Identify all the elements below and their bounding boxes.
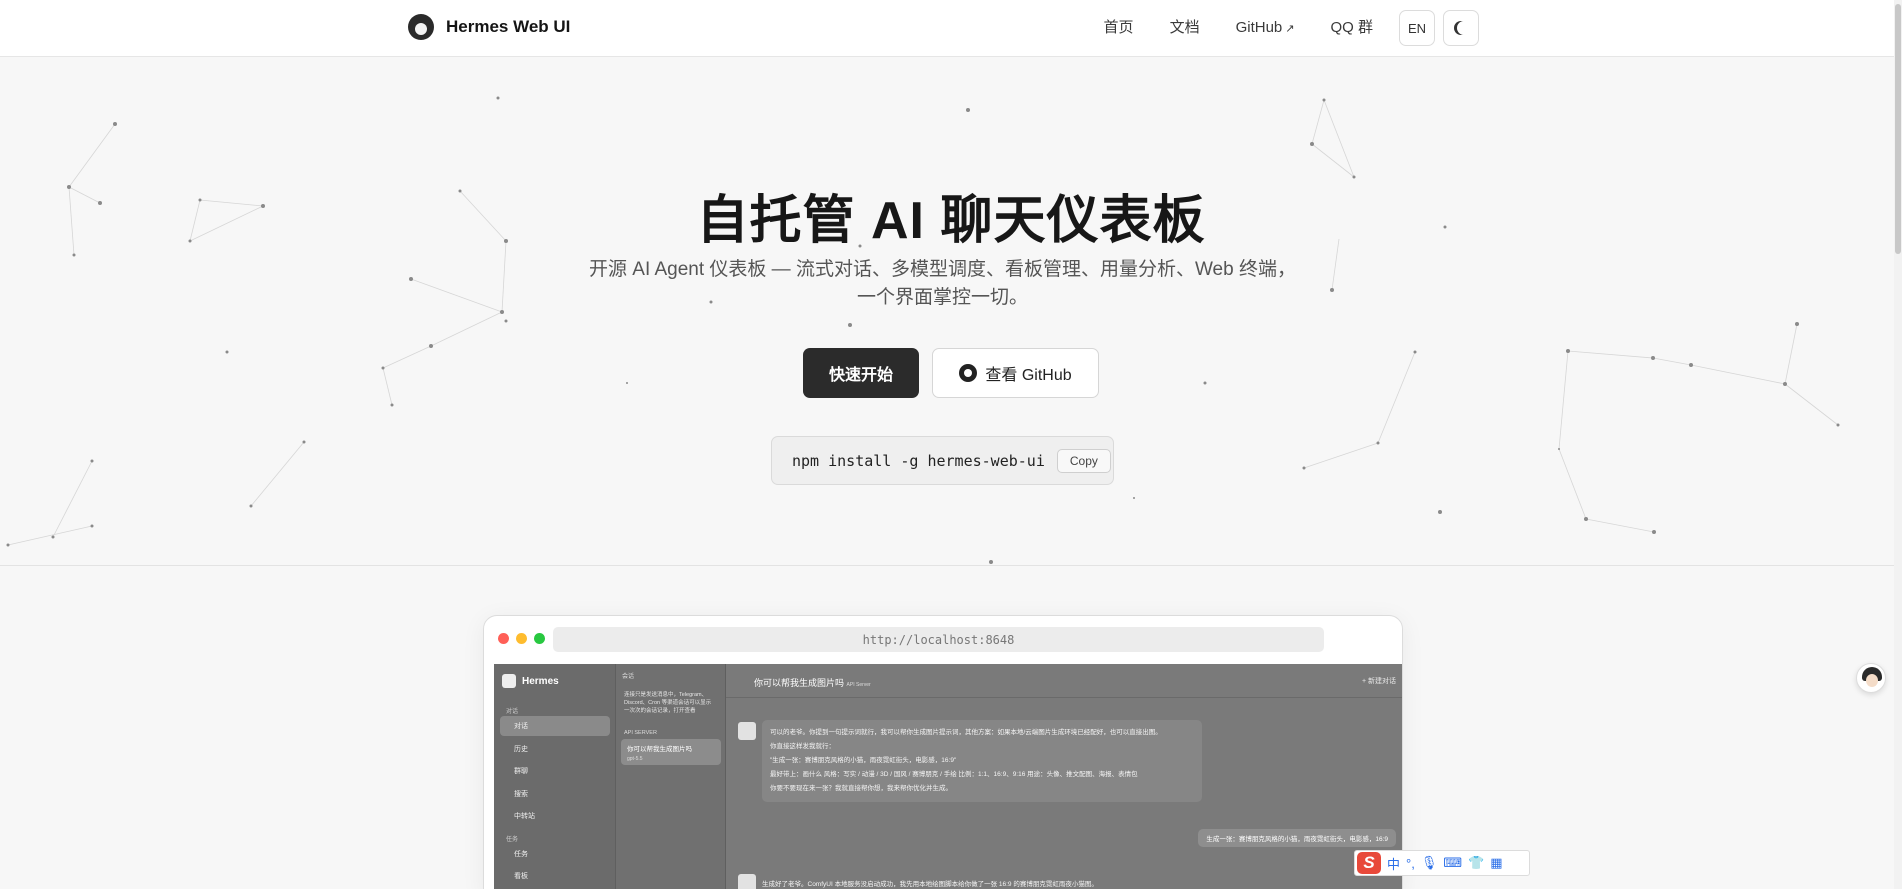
assistant-line: 可以的老爷。你提到一句提示词就行，我可以帮你生成图片提示词，其他方案：如果本地/…	[770, 729, 1162, 736]
session-list-header: 会话	[622, 674, 635, 680]
sidebar-item-history: 历史	[514, 746, 528, 753]
assistant-avatar	[738, 874, 756, 889]
minimize-dot	[516, 633, 527, 644]
session-group: API SERVER	[624, 730, 657, 736]
sidebar-item-tasks: 任务	[514, 851, 528, 858]
sidebar-item-search: 搜索	[514, 791, 528, 798]
skin-icon[interactable]: 👕	[1468, 855, 1484, 871]
assistant-line: "生成一张：赛博朋克风格的小猫，雨夜霓虹街头，电影感，16:9"	[770, 757, 957, 764]
top-navbar: Hermes Web UI 首页 文档 GitHub ↗ QQ 群 EN	[0, 0, 1902, 57]
app-logo-icon	[502, 674, 516, 688]
chat-subtitle: API Server	[846, 682, 871, 688]
assistant-message: 可以的老爷。你提到一句提示词就行，我可以帮你生成图片提示词，其他方案：如果本地/…	[762, 720, 1202, 802]
github-icon	[959, 364, 978, 382]
assistant-line: 最好带上：画什么 风格：写实 / 动漫 / 3D / 国风 / 赛博朋克 / 手…	[770, 771, 1138, 778]
window-controls	[498, 633, 545, 644]
brand-name: Hermes Web UI	[446, 17, 571, 36]
new-chat: + 新建对话	[1361, 678, 1396, 685]
sidebar-group-chat: 对话	[506, 709, 519, 715]
sidebar-item-kanban: 看板	[514, 873, 528, 880]
nav-github-label: GitHub	[1235, 18, 1283, 36]
brand-logo-icon	[408, 14, 434, 40]
keyboard-icon[interactable]: ⌨	[1443, 855, 1462, 871]
cta-group: 快速开始 查看 GitHub	[0, 348, 1902, 398]
app-preview-window: http://localhost:8648 Hermes 对话 对话 历史 群聊…	[483, 615, 1403, 889]
assistant-reply: 生成好了老爷。ComfyUI 本地服务没启动成功，我先用本地绘图脚本给你做了一张…	[762, 881, 1098, 888]
session-meta: gpt-5.5	[627, 756, 643, 762]
hero-title: 自托管 AI 聊天仪表板	[696, 192, 1206, 250]
view-github-label: 查看 GitHub	[985, 367, 1072, 384]
network-background	[6, 96, 1840, 564]
session-list-note: 连接只是发送消息中，Telegram、Discord、Cron 等渠道会话可以显…	[624, 692, 712, 714]
punctuation-icon[interactable]: °,	[1406, 856, 1415, 871]
nav-qq-group[interactable]: QQ 群	[1312, 10, 1391, 46]
sidebar-item-group: 群聊	[514, 768, 528, 775]
app-brand: Hermes	[502, 674, 559, 688]
nav-docs[interactable]: 文档	[1152, 10, 1218, 46]
session-list: 会话 连接只是发送消息中，Telegram、Discord、Cron 等渠道会话…	[616, 664, 726, 889]
quick-start-button[interactable]: 快速开始	[803, 348, 919, 398]
brand[interactable]: Hermes Web UI	[408, 14, 570, 40]
hero-subtitle: 开源 AI Agent 仪表板 — 流式对话、多模型调度、看板管理、用量分析、W…	[589, 259, 1296, 308]
chat-title-text: 你可以帮我生成图片吗	[754, 678, 845, 688]
floating-assistant-avatar[interactable]	[1856, 663, 1886, 693]
app-sidebar: Hermes 对话 对话 历史 群聊 搜索 中转站 任务 任务 看板	[494, 664, 616, 889]
install-command: npm install -g hermes-web-ui	[792, 451, 1045, 470]
microphone-icon[interactable]: 🎙	[1421, 855, 1438, 871]
url-bar: http://localhost:8648	[553, 627, 1324, 652]
hero-section: 自托管 AI 聊天仪表板 开源 AI Agent 仪表板 — 流式对话、多模型调…	[0, 58, 1902, 566]
apps-icon[interactable]: ▦	[1490, 855, 1502, 871]
ime-toolbar: S 中 °, 🎙 ⌨ 👕 ▦	[1354, 850, 1530, 876]
sidebar-group-tasks: 任务	[506, 837, 519, 843]
session-item: 你可以帮我生成图片吗 gpt-5.5	[621, 739, 721, 765]
page-scrollbar[interactable]	[1894, 0, 1902, 889]
view-github-button[interactable]: 查看 GitHub	[932, 348, 1099, 398]
sogou-logo-icon[interactable]: S	[1357, 852, 1381, 874]
assistant-avatar	[738, 722, 756, 740]
app-name: Hermes	[522, 675, 559, 687]
chat-title: 你可以帮我生成图片吗 API Server	[754, 676, 871, 689]
install-command-box: npm install -g hermes-web-ui Copy	[771, 436, 1114, 485]
chat-header: 你可以帮我生成图片吗 API Server + 新建对话	[726, 664, 1402, 698]
assistant-line: 你直接这样发我就行：	[770, 743, 835, 750]
user-message: 生成一张：赛博朋克风格的小猫，雨夜霓虹街头，电影感，16:9	[1198, 829, 1396, 847]
maximize-dot	[534, 633, 545, 644]
nav-home[interactable]: 首页	[1086, 10, 1152, 46]
copy-button[interactable]: Copy	[1056, 448, 1111, 473]
language-toggle-button[interactable]: EN	[1399, 10, 1435, 46]
ime-mode-toggle[interactable]: 中	[1387, 854, 1400, 873]
assistant-line: 你要不要现在来一张？我就直接帮你想，我来帮你优化并生成。	[770, 785, 952, 792]
moon-icon	[1457, 21, 1471, 35]
sidebar-item-chat: 对话	[500, 716, 610, 736]
external-link-icon: ↗	[1285, 22, 1295, 35]
session-title: 你可以帮我生成图片吗	[627, 746, 692, 753]
nav-github[interactable]: GitHub ↗	[1218, 10, 1313, 47]
chat-panel: 你可以帮我生成图片吗 API Server + 新建对话 可以的老爷。你提到一句…	[726, 664, 1402, 889]
app-screenshot: Hermes 对话 对话 历史 群聊 搜索 中转站 任务 任务 看板 会话 连接…	[494, 664, 1402, 889]
close-dot	[498, 633, 509, 644]
scrollbar-thumb[interactable]	[1895, 4, 1901, 254]
theme-toggle-button[interactable]	[1443, 10, 1479, 46]
sidebar-item-relay: 中转站	[514, 813, 535, 820]
main-nav: 首页 文档 GitHub ↗ QQ 群 EN	[1086, 10, 1479, 46]
